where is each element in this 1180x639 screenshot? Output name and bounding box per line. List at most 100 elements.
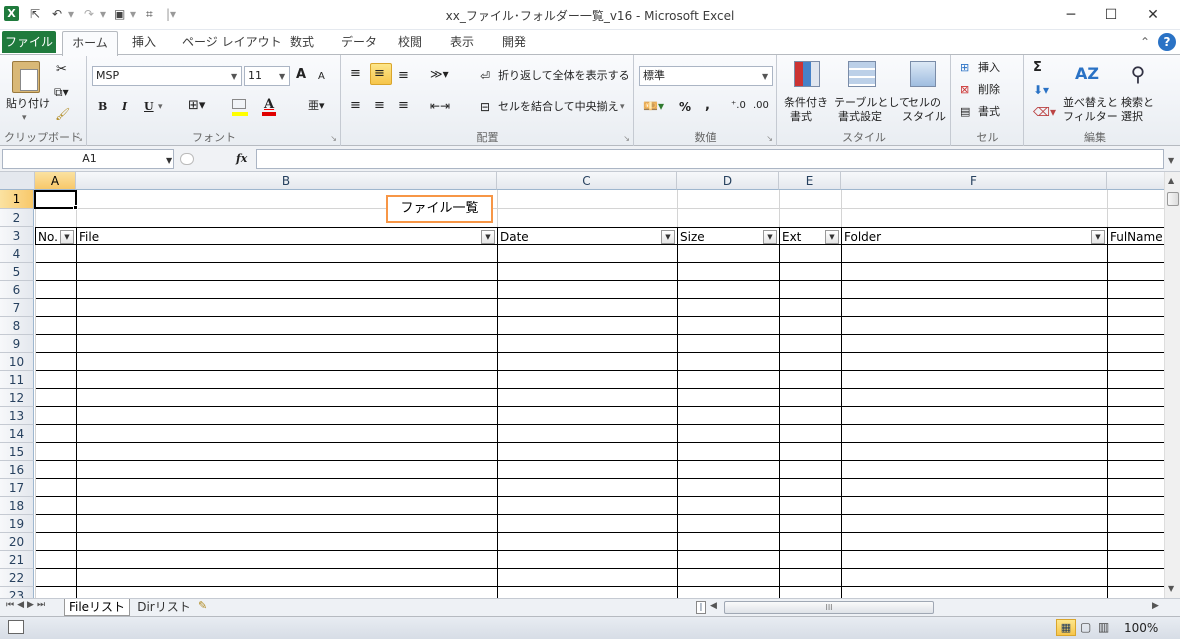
- conditional-format-label[interactable]: 条件付き: [784, 96, 828, 110]
- grow-font-button[interactable]: A: [296, 68, 306, 82]
- help-icon[interactable]: ?: [1158, 33, 1176, 51]
- tab-view[interactable]: 表示: [450, 30, 474, 54]
- percent-button[interactable]: %: [679, 100, 691, 114]
- align-top-icon[interactable]: ≡: [350, 67, 361, 81]
- zoom-level[interactable]: 100%: [1124, 621, 1158, 635]
- header-no[interactable]: No. ▼: [35, 227, 77, 245]
- tab-home[interactable]: ホーム: [62, 31, 118, 56]
- col-header-a[interactable]: A: [35, 172, 76, 190]
- row-header[interactable]: 6: [0, 281, 34, 299]
- col-header-e[interactable]: E: [779, 172, 841, 190]
- paste-dropdown-icon[interactable]: ▾: [22, 111, 27, 125]
- font-name-input[interactable]: MSP: [92, 66, 242, 86]
- scroll-right-icon[interactable]: ▶: [1152, 601, 1159, 611]
- merge-center-button[interactable]: セルを結合して中央揃え: [498, 100, 619, 114]
- chevron-down-icon[interactable]: ▼: [231, 70, 237, 84]
- filter-dropdown-icon[interactable]: ▼: [1091, 230, 1105, 244]
- insert-cells-icon[interactable]: ⊞: [960, 61, 969, 75]
- tab-insert[interactable]: 挿入: [132, 30, 156, 54]
- row-header[interactable]: 13: [0, 407, 34, 425]
- row-header[interactable]: 7: [0, 299, 34, 317]
- header-ext[interactable]: Ext ▼: [779, 227, 842, 245]
- row-header[interactable]: 18: [0, 497, 34, 515]
- align-left-icon[interactable]: ≡: [350, 99, 361, 113]
- format-cells-icon[interactable]: ▤: [960, 105, 970, 119]
- conditional-format-icon[interactable]: [794, 61, 820, 87]
- row-header[interactable]: 10: [0, 353, 34, 371]
- tab-file[interactable]: ファイル: [2, 31, 56, 53]
- tab-data[interactable]: データ: [341, 30, 377, 54]
- row-header[interactable]: 4: [0, 245, 34, 263]
- maximize-button[interactable]: ☐: [1088, 0, 1134, 30]
- split-bar-icon[interactable]: |: [696, 601, 706, 614]
- active-cell[interactable]: [34, 190, 77, 209]
- format-as-table-label2[interactable]: 書式設定: [838, 110, 882, 124]
- name-box[interactable]: A1: [2, 149, 174, 169]
- delete-cells-button[interactable]: 削除: [978, 83, 1000, 97]
- filter-dropdown-icon[interactable]: ▼: [763, 230, 777, 244]
- conditional-format-label2[interactable]: 書式: [790, 110, 812, 124]
- insert-sheet-icon[interactable]: ✎: [198, 599, 207, 612]
- scroll-down-icon[interactable]: ▼: [1168, 584, 1174, 593]
- row-header[interactable]: 12: [0, 389, 34, 407]
- cut-icon[interactable]: ✂: [56, 63, 67, 77]
- row-header[interactable]: 14: [0, 425, 34, 443]
- chevron-down-icon[interactable]: ▼: [279, 70, 285, 84]
- cell-styles-label[interactable]: セルの: [908, 96, 941, 110]
- find-select-icon[interactable]: ⚲: [1125, 61, 1151, 87]
- fill-color-icon[interactable]: [232, 99, 246, 109]
- vertical-scrollbar[interactable]: ▲ ▼: [1164, 172, 1180, 598]
- chevron-down-icon[interactable]: ▾: [620, 100, 625, 114]
- row-header[interactable]: 23: [0, 587, 34, 598]
- page-break-view-icon[interactable]: ▥: [1098, 620, 1109, 634]
- fill-handle[interactable]: [73, 205, 78, 210]
- sheet-tab-file[interactable]: Fileリスト: [64, 599, 130, 616]
- formula-input[interactable]: [256, 149, 1164, 169]
- worksheet-grid[interactable]: A B C D E F 1 2 3 4 5 6 7 8 9 10 11 12 13 14 15 16 17 18 1…: [0, 172, 1164, 598]
- dialog-launcher-icon[interactable]: ↘: [623, 134, 630, 143]
- row-header[interactable]: 5: [0, 263, 34, 281]
- chevron-down-icon[interactable]: ▼: [166, 154, 172, 168]
- col-header-g[interactable]: [1107, 172, 1164, 190]
- shrink-font-button[interactable]: A: [318, 70, 325, 84]
- sheet-title-cell[interactable]: ファイル一覧: [386, 195, 493, 223]
- normal-view-icon[interactable]: ▦: [1056, 619, 1076, 636]
- align-center-icon[interactable]: ≡: [374, 99, 385, 113]
- delete-cells-icon[interactable]: ⊠: [960, 83, 969, 97]
- minimize-ribbon-icon[interactable]: ⌃: [1140, 30, 1150, 54]
- row-header[interactable]: 11: [0, 371, 34, 389]
- copy-icon[interactable]: ⧉▾: [54, 85, 69, 99]
- dialog-launcher-icon[interactable]: ↘: [330, 134, 337, 143]
- format-cells-button[interactable]: 書式: [978, 105, 1000, 119]
- col-header-d[interactable]: D: [677, 172, 779, 190]
- comma-button[interactable]: ,: [705, 99, 710, 113]
- decrease-decimal-icon[interactable]: .00: [753, 99, 769, 113]
- underline-button[interactable]: U: [144, 100, 154, 114]
- insert-cells-button[interactable]: 挿入: [978, 61, 1000, 75]
- format-painter-icon[interactable]: 🖌: [55, 107, 70, 121]
- increase-decimal-icon[interactable]: ⁺.0: [731, 99, 746, 113]
- insert-function-button[interactable]: fx: [236, 152, 247, 166]
- header-fulname[interactable]: FulName: [1107, 227, 1164, 245]
- filter-dropdown-icon[interactable]: ▼: [825, 230, 839, 244]
- scroll-thumb[interactable]: [1167, 192, 1179, 206]
- chevron-down-icon[interactable]: ▼: [762, 70, 768, 84]
- tab-review[interactable]: 校閲: [398, 30, 422, 54]
- row-header[interactable]: 9: [0, 335, 34, 353]
- align-bottom-icon[interactable]: ≡: [398, 69, 409, 83]
- filter-dropdown-icon[interactable]: ▼: [481, 230, 495, 244]
- indent-icon[interactable]: ⇤⇥: [430, 99, 450, 113]
- merge-center-icon[interactable]: ⊟: [480, 100, 490, 114]
- close-button[interactable]: ✕: [1130, 0, 1176, 30]
- row-header[interactable]: 21: [0, 551, 34, 569]
- row-header[interactable]: 22: [0, 569, 34, 587]
- row-header[interactable]: 20: [0, 533, 34, 551]
- align-right-icon[interactable]: ≡: [398, 99, 409, 113]
- tab-formulas[interactable]: 数式: [290, 30, 314, 54]
- fill-icon[interactable]: ⬇▾: [1033, 83, 1049, 97]
- row-header[interactable]: 15: [0, 443, 34, 461]
- clear-icon[interactable]: ⌫▾: [1033, 105, 1056, 119]
- bold-button[interactable]: B: [98, 100, 107, 114]
- wrap-text-button[interactable]: 折り返して全体を表示する: [498, 69, 630, 83]
- row-header[interactable]: 8: [0, 317, 34, 335]
